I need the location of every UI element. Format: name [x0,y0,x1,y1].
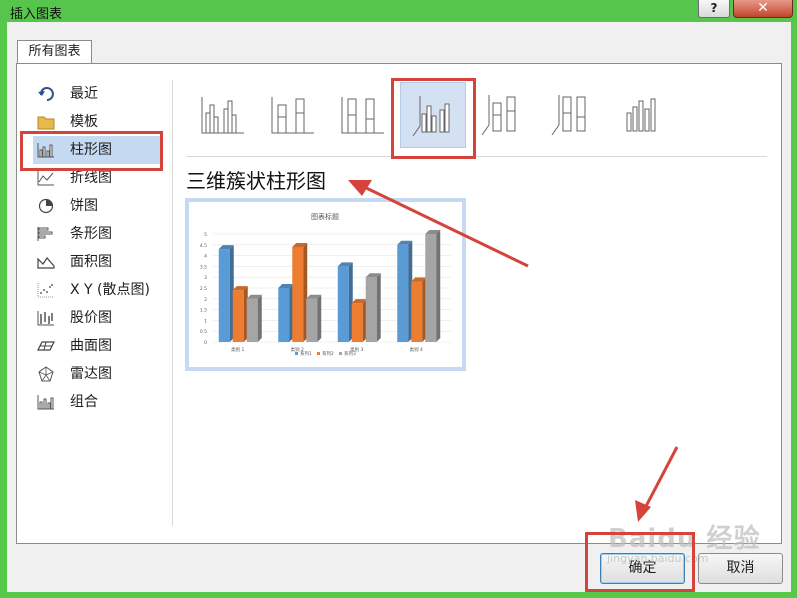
annotation-arrow-ok [641,446,679,513]
annotation-arrows [348,180,679,522]
annotation-arrow-label [357,182,529,268]
